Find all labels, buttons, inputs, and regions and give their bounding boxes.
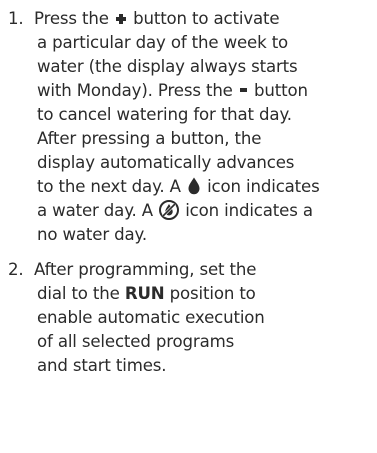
- instruction-line: After programming, set the: [34, 260, 257, 279]
- instruction-line: Press the button to activate: [34, 9, 280, 28]
- instruction-line: to the next day. A icon indicates: [37, 177, 320, 196]
- no-water-icon: [159, 200, 180, 220]
- instruction-line: dial to the RUN position to: [37, 284, 256, 303]
- water-drop-icon: [188, 177, 200, 195]
- instruction-document: 1. Press the button to activate a partic…: [0, 0, 377, 453]
- instruction-line: After pressing a button, the: [37, 129, 262, 148]
- instruction-line: a particular day of the week to: [37, 33, 289, 52]
- instruction-line: of all selected programs: [37, 332, 235, 351]
- run-position-label: RUN: [124, 284, 165, 303]
- instruction-line: a water day. A icon indicates a: [37, 200, 313, 220]
- instruction-line: water (the display always starts: [37, 57, 298, 76]
- instruction-line: and start times.: [37, 356, 167, 375]
- minus-icon: [239, 88, 247, 92]
- instruction-line: to cancel watering for that day.: [37, 105, 292, 124]
- plus-icon: [115, 13, 127, 25]
- instruction-line: enable automatic execution: [37, 308, 265, 327]
- instruction-line: display automatically advances: [37, 153, 295, 172]
- instruction-line: with Monday). Press the button: [37, 81, 308, 100]
- instruction-line: no water day.: [37, 225, 147, 244]
